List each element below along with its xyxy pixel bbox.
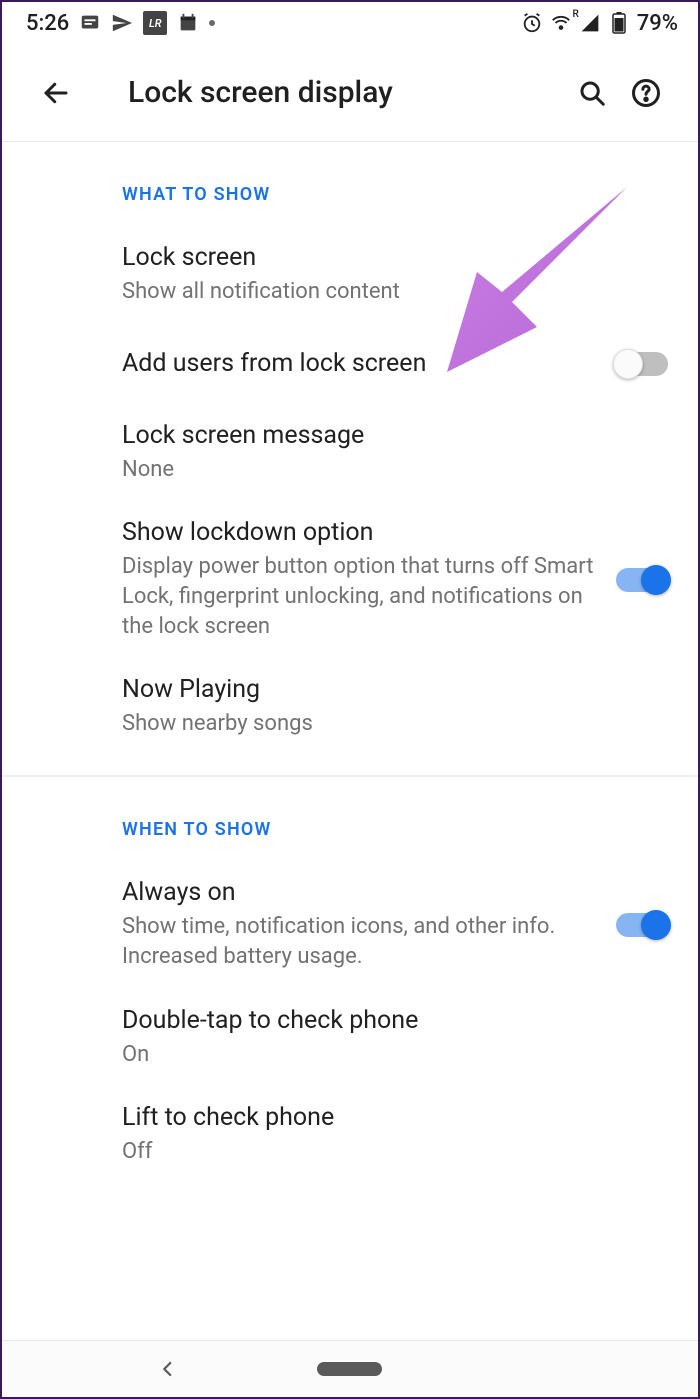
- settings-content: WHAT TO SHOW Lock screen Show all notifi…: [2, 142, 698, 1340]
- toggle-always-on[interactable]: [616, 913, 668, 937]
- nav-back-button[interactable]: [146, 1347, 190, 1391]
- toggle-show-lockdown[interactable]: [616, 568, 668, 592]
- section-header: WHEN TO SHOW: [2, 777, 698, 870]
- item-title: Lock screen message: [122, 421, 648, 450]
- wifi-icon: R: [550, 12, 572, 34]
- arrow-left-icon: [41, 78, 71, 108]
- item-now-playing[interactable]: Now Playing Show nearby songs: [2, 667, 698, 765]
- item-title: Show lockdown option: [122, 518, 596, 547]
- message-icon: [79, 12, 101, 34]
- nav-home-pill[interactable]: [317, 1362, 382, 1376]
- search-button[interactable]: [570, 71, 614, 115]
- item-title: Double-tap to check phone: [122, 1006, 648, 1035]
- app-chip-icon: LR: [143, 11, 167, 35]
- item-sub: Show nearby songs: [122, 709, 648, 739]
- help-icon: [631, 78, 661, 108]
- item-title: Now Playing: [122, 675, 648, 704]
- help-button[interactable]: [624, 71, 668, 115]
- calendar-icon: [177, 12, 199, 34]
- item-sub: Display power button option that turns o…: [122, 552, 596, 641]
- page-title: Lock screen display: [128, 75, 560, 110]
- item-title: Add users from lock screen: [122, 349, 596, 378]
- item-lift-to-check[interactable]: Lift to check phone Off: [2, 1095, 698, 1193]
- chevron-left-icon: [159, 1360, 177, 1378]
- item-title: Lock screen: [122, 243, 648, 272]
- overflow-dot-icon: [209, 20, 215, 26]
- item-sub: Off: [122, 1137, 648, 1167]
- item-title: Always on: [122, 878, 596, 907]
- back-button[interactable]: [34, 71, 78, 115]
- item-sub: Show time, notification icons, and other…: [122, 912, 596, 971]
- item-sub: None: [122, 455, 648, 485]
- status-bar: 5:26 LR R: [2, 2, 698, 44]
- toggle-add-users[interactable]: [616, 352, 668, 376]
- app-bar: Lock screen display: [2, 44, 698, 142]
- item-lock-screen-message[interactable]: Lock screen message None: [2, 413, 698, 511]
- item-sub: On: [122, 1040, 648, 1070]
- signal-icon: [579, 12, 601, 34]
- item-always-on[interactable]: Always on Show time, notification icons,…: [2, 870, 698, 997]
- alarm-icon: [521, 12, 543, 34]
- item-double-tap[interactable]: Double-tap to check phone On: [2, 998, 698, 1096]
- item-title: Lift to check phone: [122, 1103, 648, 1132]
- battery-icon: [608, 12, 630, 34]
- item-sub: Show all notification content: [122, 277, 648, 307]
- nav-bar: [2, 1340, 698, 1397]
- item-add-users[interactable]: Add users from lock screen: [2, 333, 698, 413]
- search-icon: [577, 78, 607, 108]
- status-time: 5:26: [26, 11, 69, 36]
- item-show-lockdown[interactable]: Show lockdown option Display power butto…: [2, 510, 698, 667]
- battery-percent: 79%: [637, 11, 678, 36]
- item-lock-screen[interactable]: Lock screen Show all notification conten…: [2, 235, 698, 333]
- send-icon: [111, 12, 133, 34]
- section-header: WHAT TO SHOW: [2, 142, 698, 235]
